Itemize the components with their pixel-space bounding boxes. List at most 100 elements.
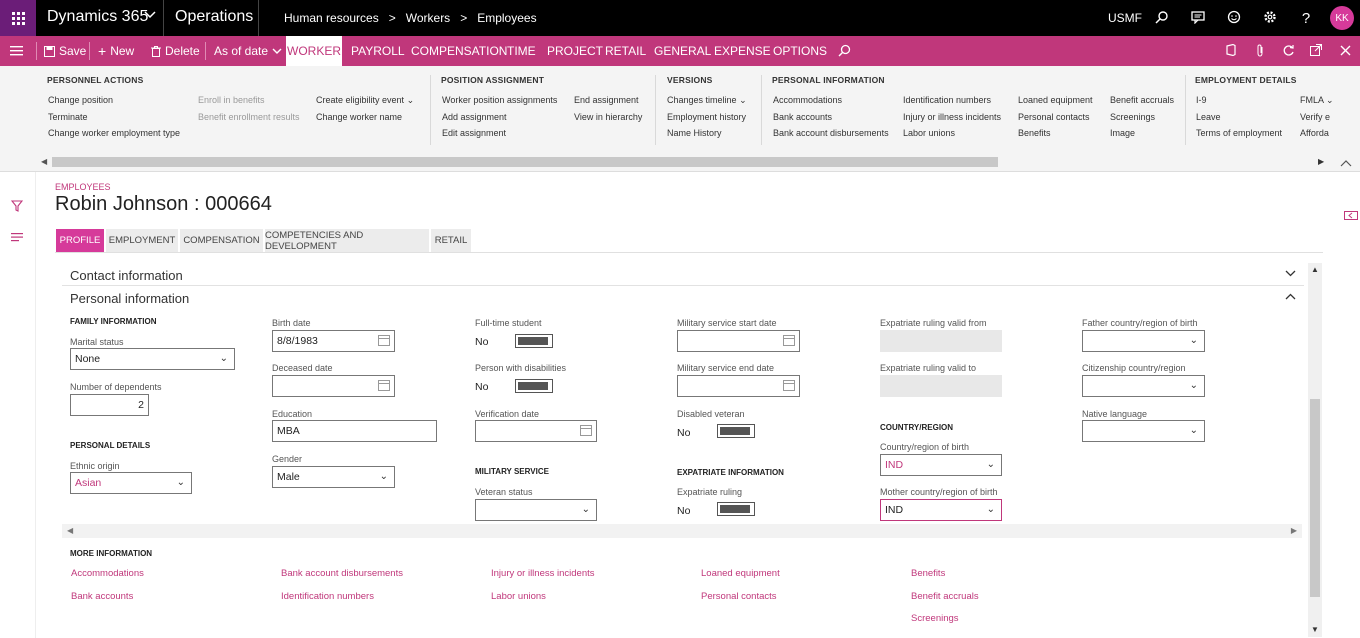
help-icon[interactable]: ? [1298, 10, 1314, 27]
father-country-select[interactable]: ⌄ [1082, 330, 1205, 352]
ribbon-link[interactable]: Changes timeline ⌄ [667, 95, 747, 106]
more-link[interactable]: Identification numbers [281, 591, 374, 602]
birth-date-input[interactable]: 8/8/1983 [272, 330, 395, 352]
dependents-input[interactable]: 2 [70, 394, 149, 416]
delete-button[interactable]: Delete [151, 44, 200, 58]
tab-general[interactable]: GENERAL [654, 44, 711, 58]
calendar-icon[interactable] [783, 380, 795, 391]
gender-select[interactable]: Male ⌄ [272, 466, 395, 488]
tab-time[interactable]: TIME [507, 44, 536, 58]
mother-country-select[interactable]: IND ⌄ [880, 499, 1002, 521]
ribbon-scrollbar[interactable] [52, 157, 998, 167]
more-link[interactable]: Labor unions [491, 591, 546, 602]
disabled-veteran-toggle[interactable] [717, 424, 755, 438]
company-picker[interactable]: USMF [1108, 11, 1142, 25]
message-icon[interactable] [1190, 10, 1206, 26]
collapse-ribbon-icon[interactable] [1340, 154, 1352, 172]
veteran-status-select[interactable]: ⌄ [475, 499, 597, 521]
ribbon-link[interactable]: Image [1110, 128, 1135, 138]
marital-status-select[interactable]: None ⌄ [70, 348, 235, 370]
fulltime-student-toggle[interactable] [515, 334, 553, 348]
education-input[interactable]: MBA [272, 420, 437, 442]
ribbon-link[interactable]: Afforda [1300, 128, 1329, 138]
mil-end-input[interactable] [677, 375, 800, 397]
tab-retail[interactable]: RETAIL [431, 229, 471, 252]
close-icon[interactable] [1340, 45, 1351, 56]
tab-compensation[interactable]: COMPENSATION [180, 229, 263, 252]
ribbon-link[interactable]: Add assignment [442, 112, 507, 122]
scroll-right-icon[interactable]: ▶ [1291, 526, 1297, 535]
tab-expense[interactable]: EXPENSE [714, 44, 771, 58]
tab-profile[interactable]: PROFILE [56, 229, 104, 252]
tab-worker[interactable]: WORKER [286, 36, 342, 66]
native-language-select[interactable]: ⌄ [1082, 420, 1205, 442]
expatriate-ruling-toggle[interactable] [717, 502, 755, 516]
mil-start-input[interactable] [677, 330, 800, 352]
office-icon[interactable] [1226, 44, 1236, 56]
scroll-up-icon[interactable]: ▲ [1311, 265, 1319, 274]
tab-employment[interactable]: EMPLOYMENT [106, 229, 178, 252]
tab-competencies[interactable]: COMPETENCIES AND DEVELOPMENT [265, 229, 429, 252]
ribbon-link[interactable]: Bank accounts [773, 112, 832, 122]
ribbon-link[interactable]: Accommodations [773, 95, 842, 105]
tab-payroll[interactable]: PAYROLL [351, 44, 405, 58]
new-button[interactable]: + New [98, 44, 134, 58]
tab-project[interactable]: PROJECT [547, 44, 603, 58]
list-icon[interactable] [11, 229, 23, 247]
scroll-down-icon[interactable]: ▼ [1311, 625, 1319, 634]
more-link[interactable]: Personal contacts [701, 591, 777, 602]
breadcrumb-item[interactable]: Human resources [284, 11, 379, 25]
as-of-date-button[interactable]: As of date [214, 44, 282, 58]
ribbon-link[interactable]: Benefit accruals [1110, 95, 1174, 105]
more-link[interactable]: Bank accounts [71, 591, 133, 602]
more-link[interactable]: Loaned equipment [701, 568, 780, 579]
more-link[interactable]: Accommodations [71, 568, 144, 579]
breadcrumb-item[interactable]: Employees [477, 11, 536, 25]
side-panel-icon[interactable] [1344, 207, 1358, 225]
avatar[interactable]: KK [1330, 6, 1354, 30]
tab-compensation[interactable]: COMPENSATION [411, 44, 507, 58]
more-link[interactable]: Screenings [911, 613, 959, 624]
tab-options[interactable]: OPTIONS [773, 44, 827, 58]
ribbon-link[interactable]: FMLA ⌄ [1300, 95, 1334, 106]
citizenship-select[interactable]: ⌄ [1082, 375, 1205, 397]
hamburger-icon[interactable] [10, 45, 23, 56]
ribbon-link[interactable]: Edit assignment [442, 128, 506, 138]
fasttab-personal-information[interactable]: Personal information [62, 287, 1304, 309]
save-button[interactable]: Save [44, 44, 86, 58]
ribbon-link[interactable]: Verify e [1300, 112, 1330, 122]
more-link[interactable]: Benefits [911, 568, 945, 579]
ribbon-link[interactable]: Change worker employment type [48, 128, 180, 138]
calendar-icon[interactable] [378, 380, 390, 391]
ribbon-link[interactable]: View in hierarchy [574, 112, 642, 122]
ribbon-link[interactable]: Worker position assignments [442, 95, 557, 105]
scroll-left-icon[interactable]: ◀ [41, 157, 47, 166]
verification-date-input[interactable] [475, 420, 597, 442]
ribbon-link[interactable]: Injury or illness incidents [903, 112, 1001, 122]
fasttab-contact-information[interactable]: Contact information [62, 264, 1304, 286]
ribbon-link[interactable]: Labor unions [903, 128, 955, 138]
scroll-right-icon[interactable]: ▶ [1318, 157, 1324, 166]
ribbon-link[interactable]: Loaned equipment [1018, 95, 1093, 105]
disabilities-toggle[interactable] [515, 379, 553, 393]
ribbon-link[interactable]: Terminate [48, 112, 88, 122]
ribbon-link[interactable]: Change position [48, 95, 113, 105]
search-icon[interactable] [1154, 10, 1170, 26]
ribbon-link[interactable]: Identification numbers [903, 95, 991, 105]
ribbon-link[interactable]: Screenings [1110, 112, 1155, 122]
module-name[interactable]: Operations [175, 8, 253, 26]
form-horizontal-scrollbar[interactable]: ◀ ▶ [62, 524, 1302, 538]
ribbon-link[interactable]: Leave [1196, 112, 1221, 122]
filter-icon[interactable] [10, 199, 24, 217]
scroll-left-icon[interactable]: ◀ [67, 526, 73, 535]
open-new-window-icon[interactable] [1310, 44, 1322, 56]
ribbon-link[interactable]: Terms of employment [1196, 128, 1282, 138]
smiley-icon[interactable] [1226, 10, 1242, 26]
calendar-icon[interactable] [783, 335, 795, 346]
gear-icon[interactable] [1262, 10, 1278, 26]
waffle-icon[interactable] [0, 0, 36, 36]
ribbon-link[interactable]: Create eligibility event ⌄ [316, 95, 414, 106]
search-icon[interactable] [838, 44, 851, 57]
ribbon-link[interactable]: End assignment [574, 95, 639, 105]
calendar-icon[interactable] [580, 425, 592, 436]
